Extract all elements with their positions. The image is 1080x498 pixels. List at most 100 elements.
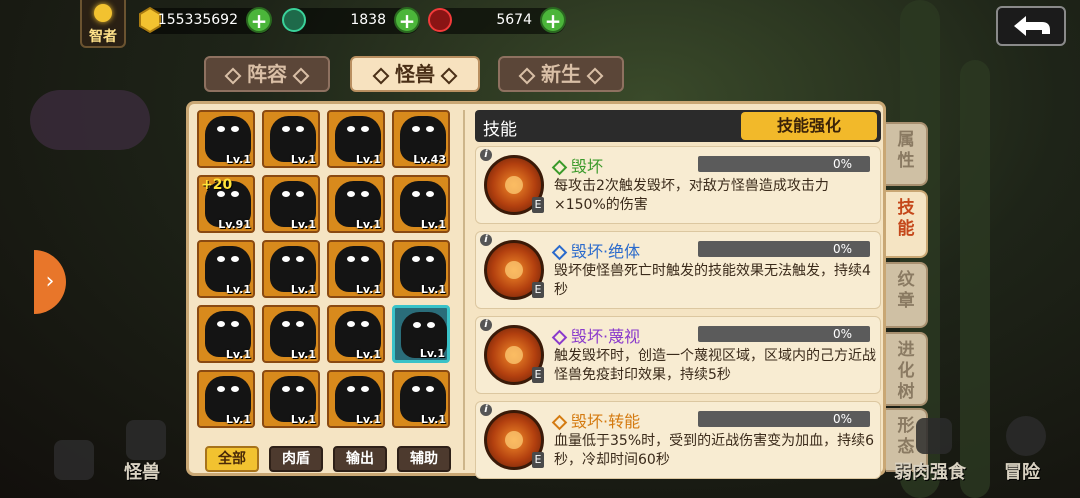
rank-badge[interactable]: 智者 xyxy=(80,0,126,48)
panel-divider xyxy=(463,110,465,470)
side-tab-label: 形态 xyxy=(897,416,915,457)
tab-lineup[interactable]: 阵容 xyxy=(204,56,330,92)
skill-name: 毁坏·绝体 xyxy=(571,242,641,261)
monster-card[interactable]: Lv.1 xyxy=(197,305,255,363)
monster-level: Lv.43 xyxy=(413,153,446,166)
monster-level: Lv.1 xyxy=(290,153,316,166)
tab-monster[interactable]: 怪兽 xyxy=(350,56,480,92)
monster-card[interactable]: Lv.1 xyxy=(327,175,385,233)
nav-monster[interactable]: 怪兽 xyxy=(124,458,160,484)
gold-resource: 155335692 + xyxy=(139,6,272,34)
monster-card[interactable]: Lv.1 xyxy=(392,240,450,298)
side-tab-skills[interactable]: 技能 xyxy=(886,190,928,258)
skill-enhance-button[interactable]: 技能强化 xyxy=(741,112,877,140)
monster-card[interactable]: Lv.1 xyxy=(262,110,320,168)
info-icon[interactable]: i xyxy=(480,404,492,416)
add-red-crystal-button[interactable]: + xyxy=(540,7,566,33)
monster-card[interactable]: Lv.1 xyxy=(197,110,255,168)
red-crystal-resource: 5674 + xyxy=(428,7,566,34)
monster-level: Lv.1 xyxy=(419,347,445,360)
diamond-icon xyxy=(518,67,536,84)
monster-level: Lv.1 xyxy=(355,413,381,426)
monster-level: Lv.1 xyxy=(290,348,316,361)
filter-support-button[interactable]: 辅助 xyxy=(397,446,451,472)
add-gold-button[interactable]: + xyxy=(246,7,272,33)
nav-adventure[interactable]: 冒险 xyxy=(1004,458,1040,484)
gold-value: 155335692 xyxy=(157,12,238,28)
monster-panel: Lv.1 Lv.1 Lv.1 Lv.43 +20 Lv.91 Lv.1 Lv.1 Lv.1 Lv.… xyxy=(186,101,886,479)
monster-card[interactable]: Lv.1 xyxy=(262,305,320,363)
skill-progress-text: 0% xyxy=(832,242,852,256)
side-tab-label: 属性 xyxy=(897,130,915,171)
monster-level: Lv.1 xyxy=(290,283,316,296)
skill-name-wrap: 毁坏·蔑视 xyxy=(551,323,640,347)
side-tab-evolution-tree[interactable]: 进化树 xyxy=(886,332,928,406)
nav-feast[interactable]: 弱肉强食 xyxy=(894,458,966,484)
monster-card[interactable]: Lv.1 xyxy=(327,370,385,428)
monster-card[interactable]: Lv.1 xyxy=(392,175,450,233)
monster-level: Lv.1 xyxy=(225,413,251,426)
monster-card[interactable]: Lv.1 xyxy=(262,240,320,298)
info-icon[interactable]: i xyxy=(480,234,492,246)
diamond-icon xyxy=(440,67,458,84)
diamond-icon xyxy=(551,414,568,431)
filter-all-button[interactable]: 全部 xyxy=(205,446,259,472)
side-tab-label: 纹章 xyxy=(897,270,915,311)
back-button[interactable] xyxy=(996,6,1066,46)
monster-card[interactable]: Lv.1 xyxy=(197,370,255,428)
skill-card[interactable]: i E 毁坏 0% 每攻击2次触发毁坏，对敌方怪兽造成攻击力×150%的伤害 xyxy=(475,146,881,224)
skill-name: 毁坏 xyxy=(571,157,604,176)
monster-level: Lv.1 xyxy=(225,283,251,296)
monster-icon xyxy=(126,420,166,460)
skill-name-wrap: 毁坏·绝体 xyxy=(551,238,641,262)
background-vine xyxy=(960,60,990,498)
monster-card[interactable]: Lv.1 xyxy=(262,370,320,428)
monster-level: Lv.1 xyxy=(290,218,316,231)
skill-progress-bar: 0% xyxy=(698,241,870,257)
skill-grade: E xyxy=(532,282,544,298)
back-arrow-icon xyxy=(1014,16,1050,36)
diamond-icon xyxy=(372,67,390,84)
info-icon[interactable]: i xyxy=(480,149,492,161)
monster-card[interactable]: Lv.43 xyxy=(392,110,450,168)
monster-card[interactable]: Lv.1 xyxy=(327,110,385,168)
monster-card[interactable]: Lv.1 xyxy=(392,305,450,363)
filter-tank-button[interactable]: 肉盾 xyxy=(269,446,323,472)
monster-card[interactable]: Lv.1 xyxy=(392,370,450,428)
monster-level: Lv.1 xyxy=(420,283,446,296)
info-icon[interactable]: i xyxy=(480,319,492,331)
monster-card[interactable]: +20 Lv.91 xyxy=(197,175,255,233)
side-tab-label: 进化树 xyxy=(897,340,915,402)
skill-progress-text: 0% xyxy=(832,327,852,341)
monster-level: Lv.1 xyxy=(355,348,381,361)
side-tab-attributes[interactable]: 属性 xyxy=(886,122,928,186)
filter-dps-button[interactable]: 输出 xyxy=(333,446,387,472)
crossed-swords-icon[interactable] xyxy=(54,440,94,480)
tab-label: 阵容 xyxy=(247,62,287,86)
rank-label: 智者 xyxy=(89,29,117,45)
skill-card[interactable]: i E 毁坏·绝体 0% 毁坏使怪兽死亡时触发的技能效果无法触发，持续4秒 xyxy=(475,231,881,309)
monster-level: Lv.1 xyxy=(420,218,446,231)
monster-card[interactable]: Lv.1 xyxy=(262,175,320,233)
skill-progress-bar: 0% xyxy=(698,411,870,427)
tab-label: 新生 xyxy=(541,62,581,86)
monster-level: Lv.1 xyxy=(225,153,251,166)
side-tab-label: 技能 xyxy=(897,198,915,239)
monster-card[interactable]: Lv.1 xyxy=(327,305,385,363)
monster-card[interactable]: Lv.1 xyxy=(327,240,385,298)
diamond-icon xyxy=(551,329,568,346)
green-crystal-icon xyxy=(282,8,306,32)
monster-card[interactable]: Lv.1 xyxy=(197,240,255,298)
skill-card[interactable]: i E 毁坏·蔑视 0% 触发毁坏时，创造一个蔑视区域，区域内的己方近战怪兽免疫封印效果… xyxy=(475,316,881,394)
skill-card[interactable]: i E 毁坏·转能 0% 血量低于35%时，受到的近战伤害变为加血，持续6秒，冷却时间6… xyxy=(475,401,881,479)
monster-level: Lv.1 xyxy=(355,153,381,166)
skill-description: 血量低于35%时，受到的近战伤害变为加血，持续6秒，冷却时间60秒 xyxy=(554,433,875,468)
lightbulb-icon xyxy=(94,4,112,22)
tab-rebirth[interactable]: 新生 xyxy=(498,56,624,92)
skill-grade: E xyxy=(532,367,544,383)
side-tab-emblem[interactable]: 纹章 xyxy=(886,262,928,328)
diamond-icon xyxy=(586,67,604,84)
skill-progress-bar: 0% xyxy=(698,156,870,172)
add-green-crystal-button[interactable]: + xyxy=(394,7,420,33)
diamond-icon xyxy=(551,159,568,176)
